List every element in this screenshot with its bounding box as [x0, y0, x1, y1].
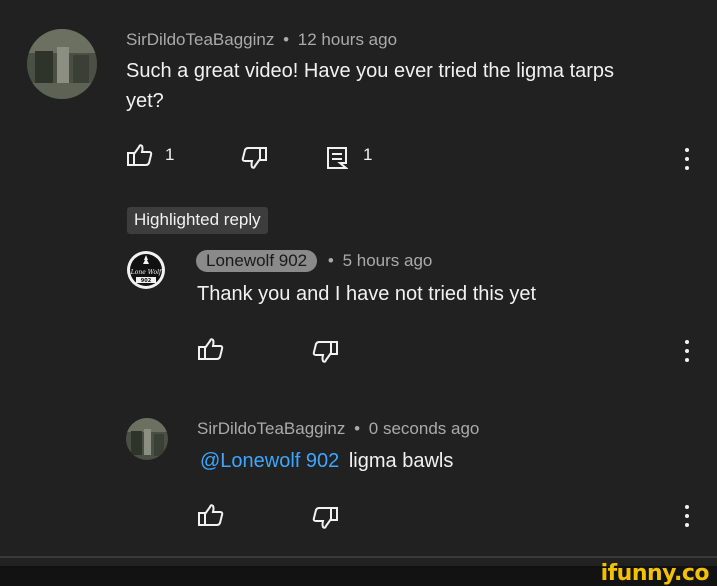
- thumbs-down-icon[interactable]: [311, 340, 339, 369]
- comment-text-line: Such a great video! Have you ever tried …: [126, 60, 615, 82]
- reply-count: 1: [363, 145, 373, 164]
- comment-text-line: yet?: [126, 90, 164, 112]
- highlighted-reply-label: Highlighted reply: [127, 207, 268, 234]
- thumbs-up-icon[interactable]: [126, 143, 154, 172]
- avatar[interactable]: [126, 418, 168, 460]
- thumbs-down-icon[interactable]: [240, 146, 268, 175]
- divider: [0, 556, 717, 558]
- avatar[interactable]: Lone Wolf 902: [126, 250, 166, 290]
- separator-dot: •: [283, 30, 290, 49]
- comment-author[interactable]: SirDildoTeaBagginz: [126, 30, 274, 49]
- reply-text: ligma bawls: [348, 450, 454, 472]
- reply-time[interactable]: 5 hours ago: [343, 251, 433, 270]
- more-vertical-icon[interactable]: [684, 505, 690, 527]
- more-vertical-icon[interactable]: [684, 340, 690, 362]
- separator-dot: •: [354, 419, 361, 438]
- reply-text: Thank you and I have not tried this yet: [197, 283, 537, 305]
- mention-link[interactable]: @Lonewolf 902: [200, 450, 339, 472]
- separator-dot: •: [327, 251, 334, 270]
- thumbs-down-icon[interactable]: [311, 506, 339, 535]
- avatar-logo-text: Lone Wolf: [130, 269, 163, 276]
- reply-author[interactable]: SirDildoTeaBagginz: [197, 419, 345, 438]
- creator-author-badge[interactable]: Lonewolf 902: [196, 250, 318, 272]
- thumbs-up-icon[interactable]: [197, 337, 225, 366]
- thumbs-up-icon[interactable]: [197, 503, 225, 532]
- more-vertical-icon[interactable]: [684, 148, 690, 170]
- reply-time[interactable]: 0 seconds ago: [369, 419, 480, 438]
- watermark-logo: ifunny.co: [600, 561, 710, 586]
- comment-icon[interactable]: [326, 146, 349, 175]
- avatar-logo-number: 902: [141, 278, 152, 284]
- avatar[interactable]: [27, 29, 97, 99]
- comment-time[interactable]: 12 hours ago: [298, 30, 397, 49]
- like-count: 1: [165, 145, 175, 164]
- comment-text: Such a great video! Have you ever tried …: [126, 56, 614, 116]
